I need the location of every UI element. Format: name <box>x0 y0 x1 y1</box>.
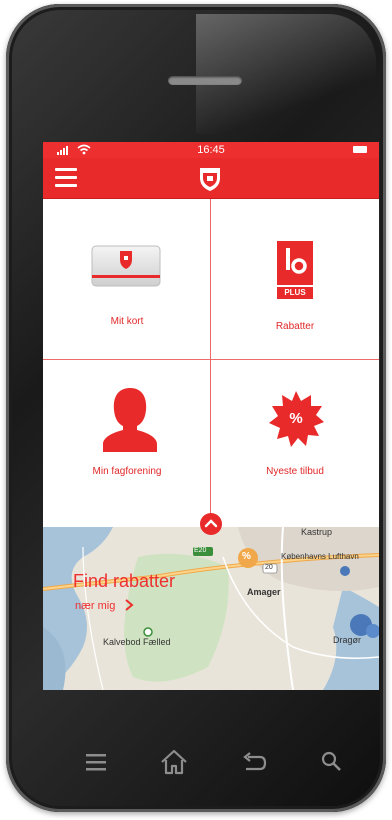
search-icon[interactable] <box>312 744 352 780</box>
map-place-kastrup: Kastrup <box>301 527 333 537</box>
near-me-label: nær mig <box>75 600 116 612</box>
tile-label: Nyeste tilbud <box>266 466 324 477</box>
tile-rabatter[interactable]: PLUS Rabatter <box>211 199 379 364</box>
status-bar: 16:45 <box>43 142 379 158</box>
expand-map-button[interactable] <box>200 513 222 535</box>
map-place-dragor: Dragør <box>333 635 362 645</box>
hardware-nav-bar <box>66 744 356 784</box>
poi-marker-label: % <box>242 551 251 562</box>
find-discounts-subtitle[interactable]: nær mig <box>75 599 134 612</box>
road-number-e20: E20 <box>194 547 207 554</box>
hamburger-menu-icon[interactable] <box>55 168 77 188</box>
main-menu-grid: Mit kort PLUS Rabatter Min fagforening %… <box>43 199 379 529</box>
lo-plus-logo-text: PLUS <box>284 288 306 297</box>
status-time: 16:45 <box>197 144 225 156</box>
phone-frame: 16:45 Mit kort PLUS Rabatter Min fagfore… <box>6 4 386 812</box>
home-icon[interactable] <box>154 744 194 780</box>
member-card-icon <box>91 245 161 287</box>
tile-label: Mit kort <box>110 316 144 327</box>
tile-nyeste-tilbud[interactable]: % Nyeste tilbud <box>211 364 379 529</box>
map-place-airport: Københavns Lufthavn <box>281 552 359 561</box>
chevron-up-icon <box>204 519 218 528</box>
chevron-right-icon <box>125 599 134 611</box>
find-discounts-title[interactable]: Find rabatter <box>73 571 175 592</box>
map-place-amager: Amager <box>247 587 281 597</box>
app-header <box>43 158 379 199</box>
tile-label: Min fagforening <box>92 466 162 477</box>
menu-icon[interactable] <box>76 744 116 780</box>
app-screen: 16:45 Mit kort PLUS Rabatter Min fagfore… <box>43 142 379 690</box>
percent-badge-text: % <box>289 410 303 427</box>
back-icon[interactable] <box>234 744 274 780</box>
shield-logo-icon <box>200 168 220 191</box>
phone-sheen <box>196 14 376 134</box>
road-number-20: 20 <box>265 564 273 571</box>
earpiece <box>168 76 242 85</box>
map-place-kalvebod: Kalvebod Fælled <box>103 637 171 647</box>
tile-label: Rabatter <box>275 321 315 332</box>
person-icon <box>103 388 157 452</box>
tile-mit-kort[interactable]: Mit kort <box>43 199 211 364</box>
battery-icon <box>353 146 367 153</box>
map-view[interactable]: E20 20 % Kastrup Københavns Lufthavn Ama… <box>43 527 379 690</box>
tile-min-fagforening[interactable]: Min fagforening <box>43 364 211 529</box>
